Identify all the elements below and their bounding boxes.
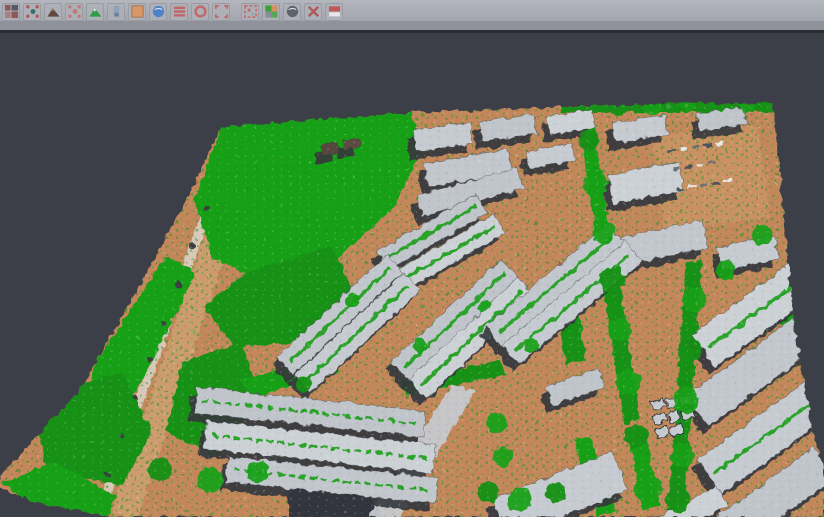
sample-points-icon[interactable] — [65, 3, 83, 21]
terrain-model-icon[interactable] — [44, 3, 62, 21]
mesh-sphere-icon[interactable] — [283, 3, 301, 21]
orthophoto-icon[interactable] — [128, 3, 146, 21]
tin-surface-icon[interactable] — [86, 3, 104, 21]
dataset-thumbnail-icon[interactable] — [2, 3, 20, 21]
cross-section-icon[interactable] — [304, 3, 322, 21]
toolbar-lower-band — [0, 21, 824, 30]
stacked-layers-icon[interactable] — [170, 3, 188, 21]
flag-list-icon[interactable] — [325, 3, 343, 21]
web-globe-icon[interactable] — [149, 3, 167, 21]
ring-select-icon[interactable] — [191, 3, 209, 21]
point-picking-icon[interactable] — [23, 3, 41, 21]
profile-view-icon[interactable] — [107, 3, 125, 21]
grid-selection-icon[interactable] — [241, 3, 259, 21]
crop-box-icon[interactable] — [212, 3, 230, 21]
main-toolbar — [0, 0, 824, 22]
application-window: { "window": { "toolbar": { "icons": [ {"… — [0, 0, 824, 517]
classification-palette-icon[interactable] — [262, 3, 280, 21]
toolbar-viewport-divider — [0, 30, 824, 33]
3d-viewport[interactable] — [0, 0, 824, 517]
3d-viewport-canvas[interactable] — [0, 0, 824, 517]
